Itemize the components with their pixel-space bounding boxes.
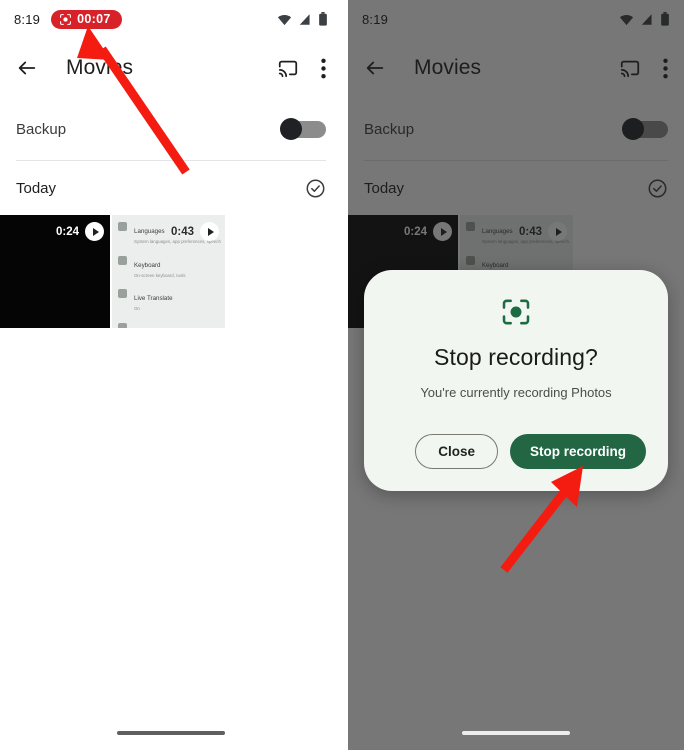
screen-record-icon [502,299,530,325]
cast-button[interactable] [277,57,299,79]
wifi-icon [277,14,292,25]
play-icon [85,222,104,241]
cast-icon [278,60,298,78]
list-item-subtitle: On-screen keyboard, tools [134,272,186,278]
play-icon [200,222,219,241]
live-translate-icon [118,289,127,299]
left-phone-screen: 8:19 00:07 Movies Backup Today 0:24 Lang… [0,0,342,750]
dialog-body: You're currently recording Photos [420,385,612,400]
video-duration: 0:43 [170,225,194,238]
gesture-handle[interactable] [117,731,225,735]
navigation-mode-icon [118,323,127,328]
check-circle-icon [306,179,325,197]
today-row: Today [0,161,342,215]
more-vert-icon [321,58,326,78]
back-arrow-icon [18,61,36,75]
screen-record-icon [60,13,72,25]
dialog-icon-wrap [386,296,646,328]
back-button[interactable] [16,57,38,79]
battery-icon [319,12,327,26]
list-item: Keyboard On-screen keyboard, tools [118,254,221,279]
languages-icon [118,222,127,231]
overflow-menu-button[interactable] [321,58,326,79]
video-thumbnail-2[interactable]: Languages System languages, app preferen… [112,215,225,328]
video-duration-badge: 0:43 [171,222,219,241]
status-bar: 8:19 00:07 [0,0,342,38]
backup-label: Backup [16,120,67,138]
list-item-title: Live Translate [134,295,173,303]
keyboard-icon [118,255,127,265]
right-phone-screen: 8:19 Movies [348,0,684,750]
app-bar: Movies [0,38,342,98]
select-all-button[interactable] [305,178,326,199]
gesture-nav-bar [0,716,342,750]
backup-toggle[interactable] [280,118,326,140]
screenshot-root: 8:19 00:07 Movies Backup Today 0:24 Lang… [0,0,684,750]
backup-row[interactable]: Backup [0,98,342,160]
recording-chip[interactable]: 00:07 [51,9,122,29]
today-label: Today [16,179,57,197]
dialog-title: Stop recording? [434,344,598,370]
list-item-title: Keyboard [134,261,161,269]
stop-recording-dialog: Stop recording? You're currently recordi… [364,270,668,491]
status-clock: 8:19 [14,11,41,27]
thumbnail-row: 0:24 Languages System languages, app pre… [0,215,342,328]
video-thumbnail-1[interactable]: 0:24 [0,215,110,328]
list-item-subtitle: On [134,306,140,312]
dialog-actions: Close Stop recording [386,434,646,469]
panel-gutter [342,0,348,750]
stop-recording-button[interactable]: Stop recording [509,434,646,469]
video-duration: 0:24 [55,225,79,238]
toggle-thumb [280,118,302,140]
recording-time: 00:07 [77,11,111,26]
video-duration-badge: 0:24 [56,222,104,241]
close-button[interactable]: Close [415,434,498,469]
gesture-nav-bar [348,716,684,750]
status-bar-left: 8:19 00:07 [14,9,122,29]
list-item: Navigation mode Gesture navigation [118,321,221,328]
page-title: Movies [66,56,134,79]
list-item-title: Languages [134,228,165,235]
list-item: Live Translate On [118,287,221,312]
gesture-handle[interactable] [462,731,570,735]
status-bar-icons [277,12,328,26]
signal-icon [299,13,310,25]
